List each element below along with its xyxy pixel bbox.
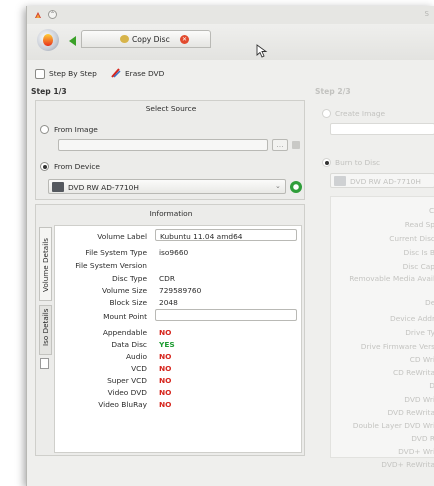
device-info-label: Disc Cap <box>402 262 434 271</box>
from-image-radio[interactable] <box>40 125 49 134</box>
erase-dvd-label: Erase DVD <box>125 69 165 78</box>
info-row-label: Data Disc <box>111 340 147 349</box>
window-menu-icon[interactable] <box>33 10 43 20</box>
info-row-value: 729589760 <box>159 286 202 295</box>
device-info-label: Drive Ty <box>405 328 434 337</box>
create-image-radio[interactable] <box>322 109 331 118</box>
drive-icon <box>334 176 346 186</box>
device-info-label: DVD+ Wri <box>398 447 434 456</box>
chevron-down-icon: ⌄ <box>275 182 281 190</box>
info-row-field[interactable]: Kubuntu 11.04 amd64 <box>155 229 297 241</box>
device-select[interactable]: DVD RW AD-7710H ⌄ <box>48 179 286 194</box>
burn-to-disc-radio[interactable] <box>322 158 331 167</box>
disc-icon <box>120 35 129 43</box>
toolbar: Copy Disc ✕ <box>27 24 434 60</box>
from-image-label: From Image <box>54 125 98 134</box>
step-by-step-checkbox[interactable] <box>35 69 45 79</box>
info-row-label: VCD <box>131 364 147 373</box>
clear-icon[interactable] <box>292 141 300 149</box>
burn-device-select-value: DVD RW AD-7710H <box>350 177 421 186</box>
device-info-label: CD ReWrita <box>392 368 434 377</box>
image-path-input[interactable] <box>58 139 268 151</box>
select-source-group: Select Source From Image … From Device D… <box>35 100 305 200</box>
information-title: Information <box>149 209 193 218</box>
device-info-label: DVD R <box>411 434 434 443</box>
back-arrow-icon[interactable] <box>69 36 76 46</box>
info-row-value: 2048 <box>159 298 178 307</box>
info-row-value: NO <box>159 352 172 361</box>
from-device-radio[interactable] <box>40 162 49 171</box>
from-device-label: From Device <box>54 162 100 171</box>
section-marker-2: De <box>425 298 434 307</box>
mouse-cursor-icon <box>256 44 268 58</box>
device-info-label: Read Sp <box>404 220 434 229</box>
device-select-value: DVD RW AD-7710H <box>68 183 139 192</box>
info-row-value: YES <box>159 340 175 349</box>
device-info-label: DVD Wri <box>404 395 434 404</box>
step1-title: Step 1/3 <box>31 87 67 96</box>
options-bar: Step By Step Erase DVD <box>27 66 434 82</box>
device-info-label: DVD+ ReWrita <box>381 460 434 469</box>
info-row-label: File System Type <box>85 248 147 257</box>
title-bar: ⌃ S <box>27 6 434 24</box>
section-marker-1: C <box>429 206 434 215</box>
window-title: S <box>424 10 429 18</box>
info-row-label: Disc Type <box>112 274 147 283</box>
refresh-icon[interactable] <box>290 181 302 193</box>
device-info-label: Current Disc <box>389 234 434 243</box>
info-row-label: Mount Point <box>103 312 147 321</box>
device-info-label: Disc Is B <box>403 248 434 257</box>
info-row-label: Volume Size <box>101 286 147 295</box>
select-source-title: Select Source <box>145 104 197 113</box>
step-by-step-label: Step By Step <box>49 69 97 78</box>
info-row-value: NO <box>159 376 172 385</box>
device-info-label: Device Addr <box>390 314 434 323</box>
app-window: ⌃ S Copy Disc ✕ Step By Step Erase DVD S… <box>26 6 434 486</box>
information-group: Information Volume Details Iso Details V… <box>35 204 305 456</box>
burn-device-select[interactable]: DVD RW AD-7710H <box>330 173 434 188</box>
info-row-value: NO <box>159 388 172 397</box>
info-row-value: Kubuntu 11.04 amd64 <box>160 232 243 241</box>
info-row-value: CDR <box>159 274 175 283</box>
device-info-label: D <box>429 381 434 390</box>
step2-title: Step 2/3 <box>315 87 351 96</box>
device-info-label: DVD ReWrita <box>387 408 434 417</box>
keep-above-icon[interactable]: ⌃ <box>48 10 57 19</box>
info-row-label: Audio <box>125 352 147 361</box>
volume-details-panel: Volume Label Kubuntu 11.04 amd64 File Syst… <box>54 225 302 453</box>
info-row-label: Video BluRay <box>98 400 147 409</box>
info-row-value: NO <box>159 400 172 409</box>
info-row-label: Appendable <box>102 328 147 337</box>
info-row-label: Volume Label <box>97 232 147 241</box>
app-burn-logo-icon[interactable] <box>37 29 59 51</box>
tab-label: Copy Disc <box>132 35 170 44</box>
tab-copy-disc[interactable]: Copy Disc ✕ <box>81 30 211 48</box>
browse-icon[interactable]: … <box>272 139 288 151</box>
info-row-label: Video DVD <box>107 388 147 397</box>
info-row-value: NO <box>159 364 172 373</box>
device-info-label: CD Wri <box>409 355 434 364</box>
burn-to-disc-label: Burn to Disc <box>335 158 381 167</box>
info-row-value: NO <box>159 328 172 337</box>
create-image-label: Create Image <box>335 109 386 118</box>
info-row-label: File System Version <box>75 261 147 270</box>
create-image-path-input[interactable] <box>330 123 434 135</box>
close-tab-icon[interactable]: ✕ <box>180 35 189 44</box>
info-row-label: Super VCD <box>107 376 147 385</box>
info-row-label: Block Size <box>109 298 147 307</box>
device-info-label: Double Layer DVD Wri <box>352 421 434 430</box>
drive-icon <box>52 182 64 192</box>
device-info-label: Drive Firmware Vers <box>360 342 434 351</box>
info-row-field[interactable] <box>155 309 297 321</box>
device-info-label: Removable Media Avail <box>349 274 434 283</box>
erase-dvd-button[interactable]: Erase DVD <box>109 67 169 80</box>
eraser-icon <box>111 68 121 78</box>
info-row-value: iso9660 <box>159 248 189 257</box>
